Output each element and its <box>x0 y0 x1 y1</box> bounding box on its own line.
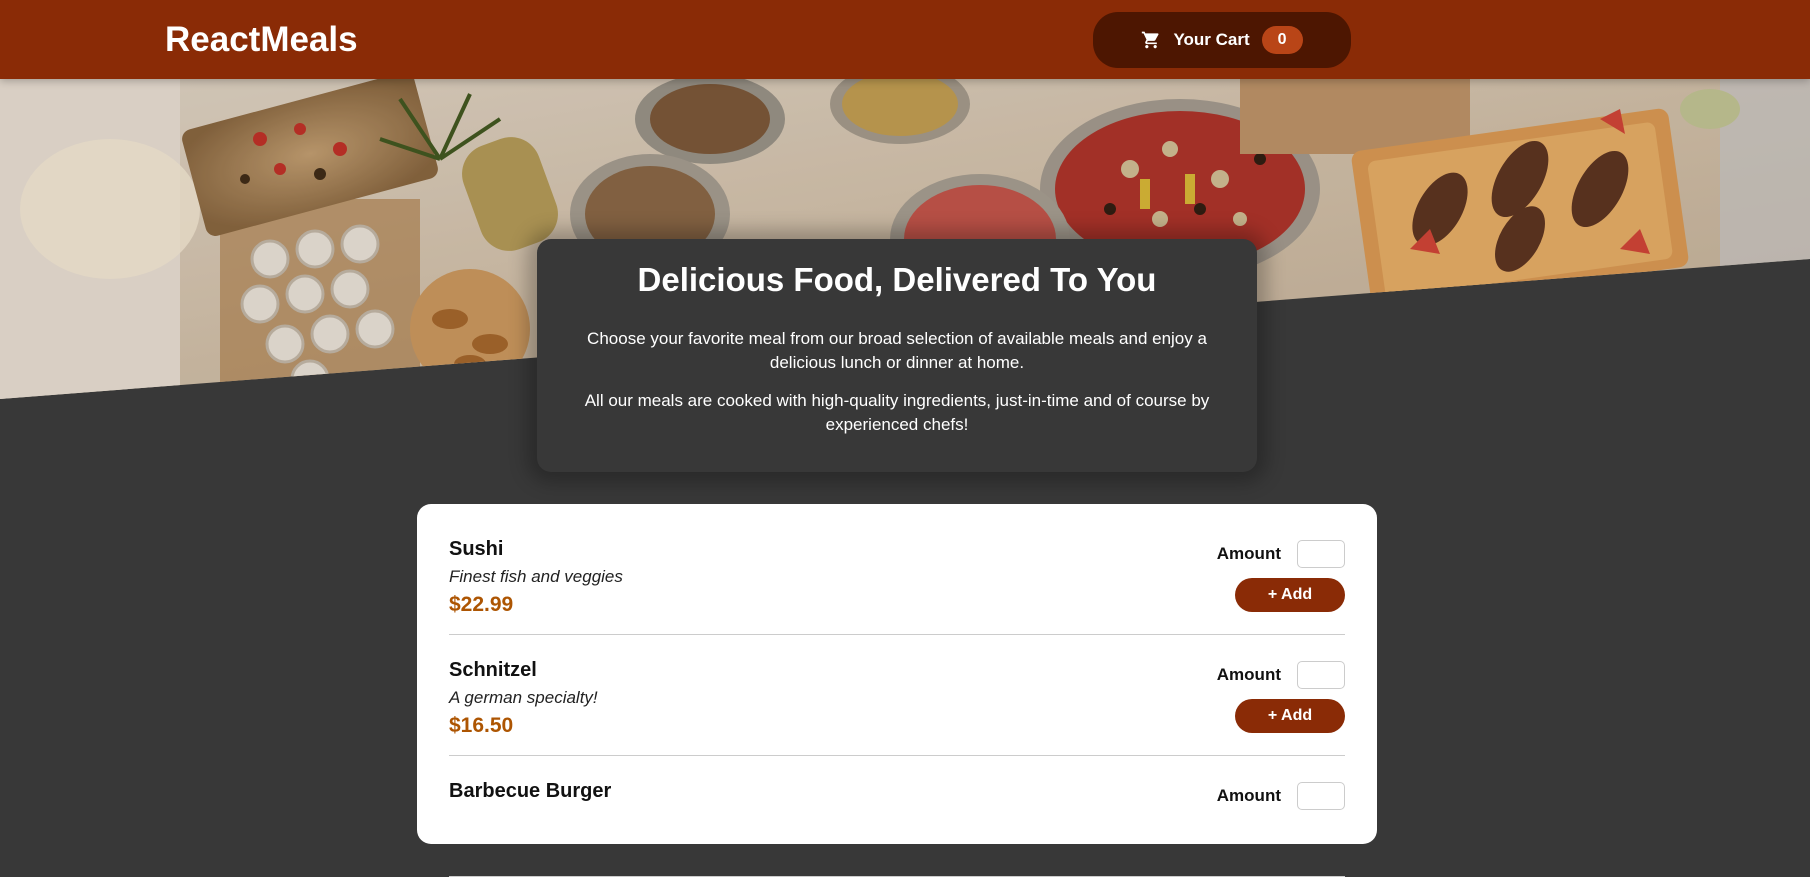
meal-name: Sushi <box>449 538 504 560</box>
add-button[interactable]: + Add <box>1235 578 1345 612</box>
cart-count-badge: 0 <box>1261 25 1303 54</box>
amount-label: Amount <box>1216 786 1281 805</box>
summary-paragraph-1: Choose your favorite meal from our broad… <box>587 329 1207 372</box>
amount-label: Amount <box>1216 665 1281 684</box>
app-header: ReactMeals Your Cart 0 <box>0 0 1810 79</box>
meals-summary: Delicious Food, Delivered To You Choose … <box>537 239 1257 472</box>
summary-paragraph-2: All our meals are cooked with high-quali… <box>584 391 1210 434</box>
meal-item: Sushi Finest fish and veggies $22.99 Amo… <box>449 514 1345 635</box>
meal-form: Amount + Add <box>1217 659 1345 755</box>
meal-name: Schnitzel <box>449 659 537 681</box>
brand-title: ReactMeals <box>165 19 358 59</box>
meal-name: Barbecue Burger <box>449 780 612 802</box>
meal-form: Amount + Add <box>1217 538 1345 634</box>
amount-input[interactable] <box>1297 661 1345 689</box>
add-button[interactable]: + Add <box>1235 699 1345 733</box>
meal-form: Amount <box>1217 780 1345 876</box>
cart-button[interactable]: Your Cart 0 <box>1093 11 1351 68</box>
summary-title: Delicious Food, Delivered To You <box>637 261 1157 298</box>
amount-input[interactable] <box>1297 540 1345 568</box>
amount-label: Amount <box>1216 544 1281 563</box>
meal-price: $22.99 <box>449 593 514 616</box>
available-meals: Sushi Finest fish and veggies $22.99 Amo… <box>417 504 1377 877</box>
amount-row: Amount <box>1217 661 1345 689</box>
cart-label: Your Cart <box>1173 29 1250 49</box>
cart-icon <box>1141 30 1161 50</box>
amount-row: Amount <box>1217 782 1345 810</box>
meal-price: $16.50 <box>449 714 514 737</box>
meal-description: A german specialty! <box>449 688 598 707</box>
meal-info: Schnitzel A german specialty! $16.50 <box>449 659 598 755</box>
amount-row: Amount <box>1217 540 1345 568</box>
meal-item: Barbecue Burger Amount <box>449 756 1345 877</box>
meal-item: Schnitzel A german specialty! $16.50 Amo… <box>449 635 1345 756</box>
meal-info: Sushi Finest fish and veggies $22.99 <box>449 538 623 634</box>
meal-info: Barbecue Burger <box>449 780 611 876</box>
meal-description: Finest fish and veggies <box>449 567 623 586</box>
amount-input[interactable] <box>1297 782 1345 810</box>
